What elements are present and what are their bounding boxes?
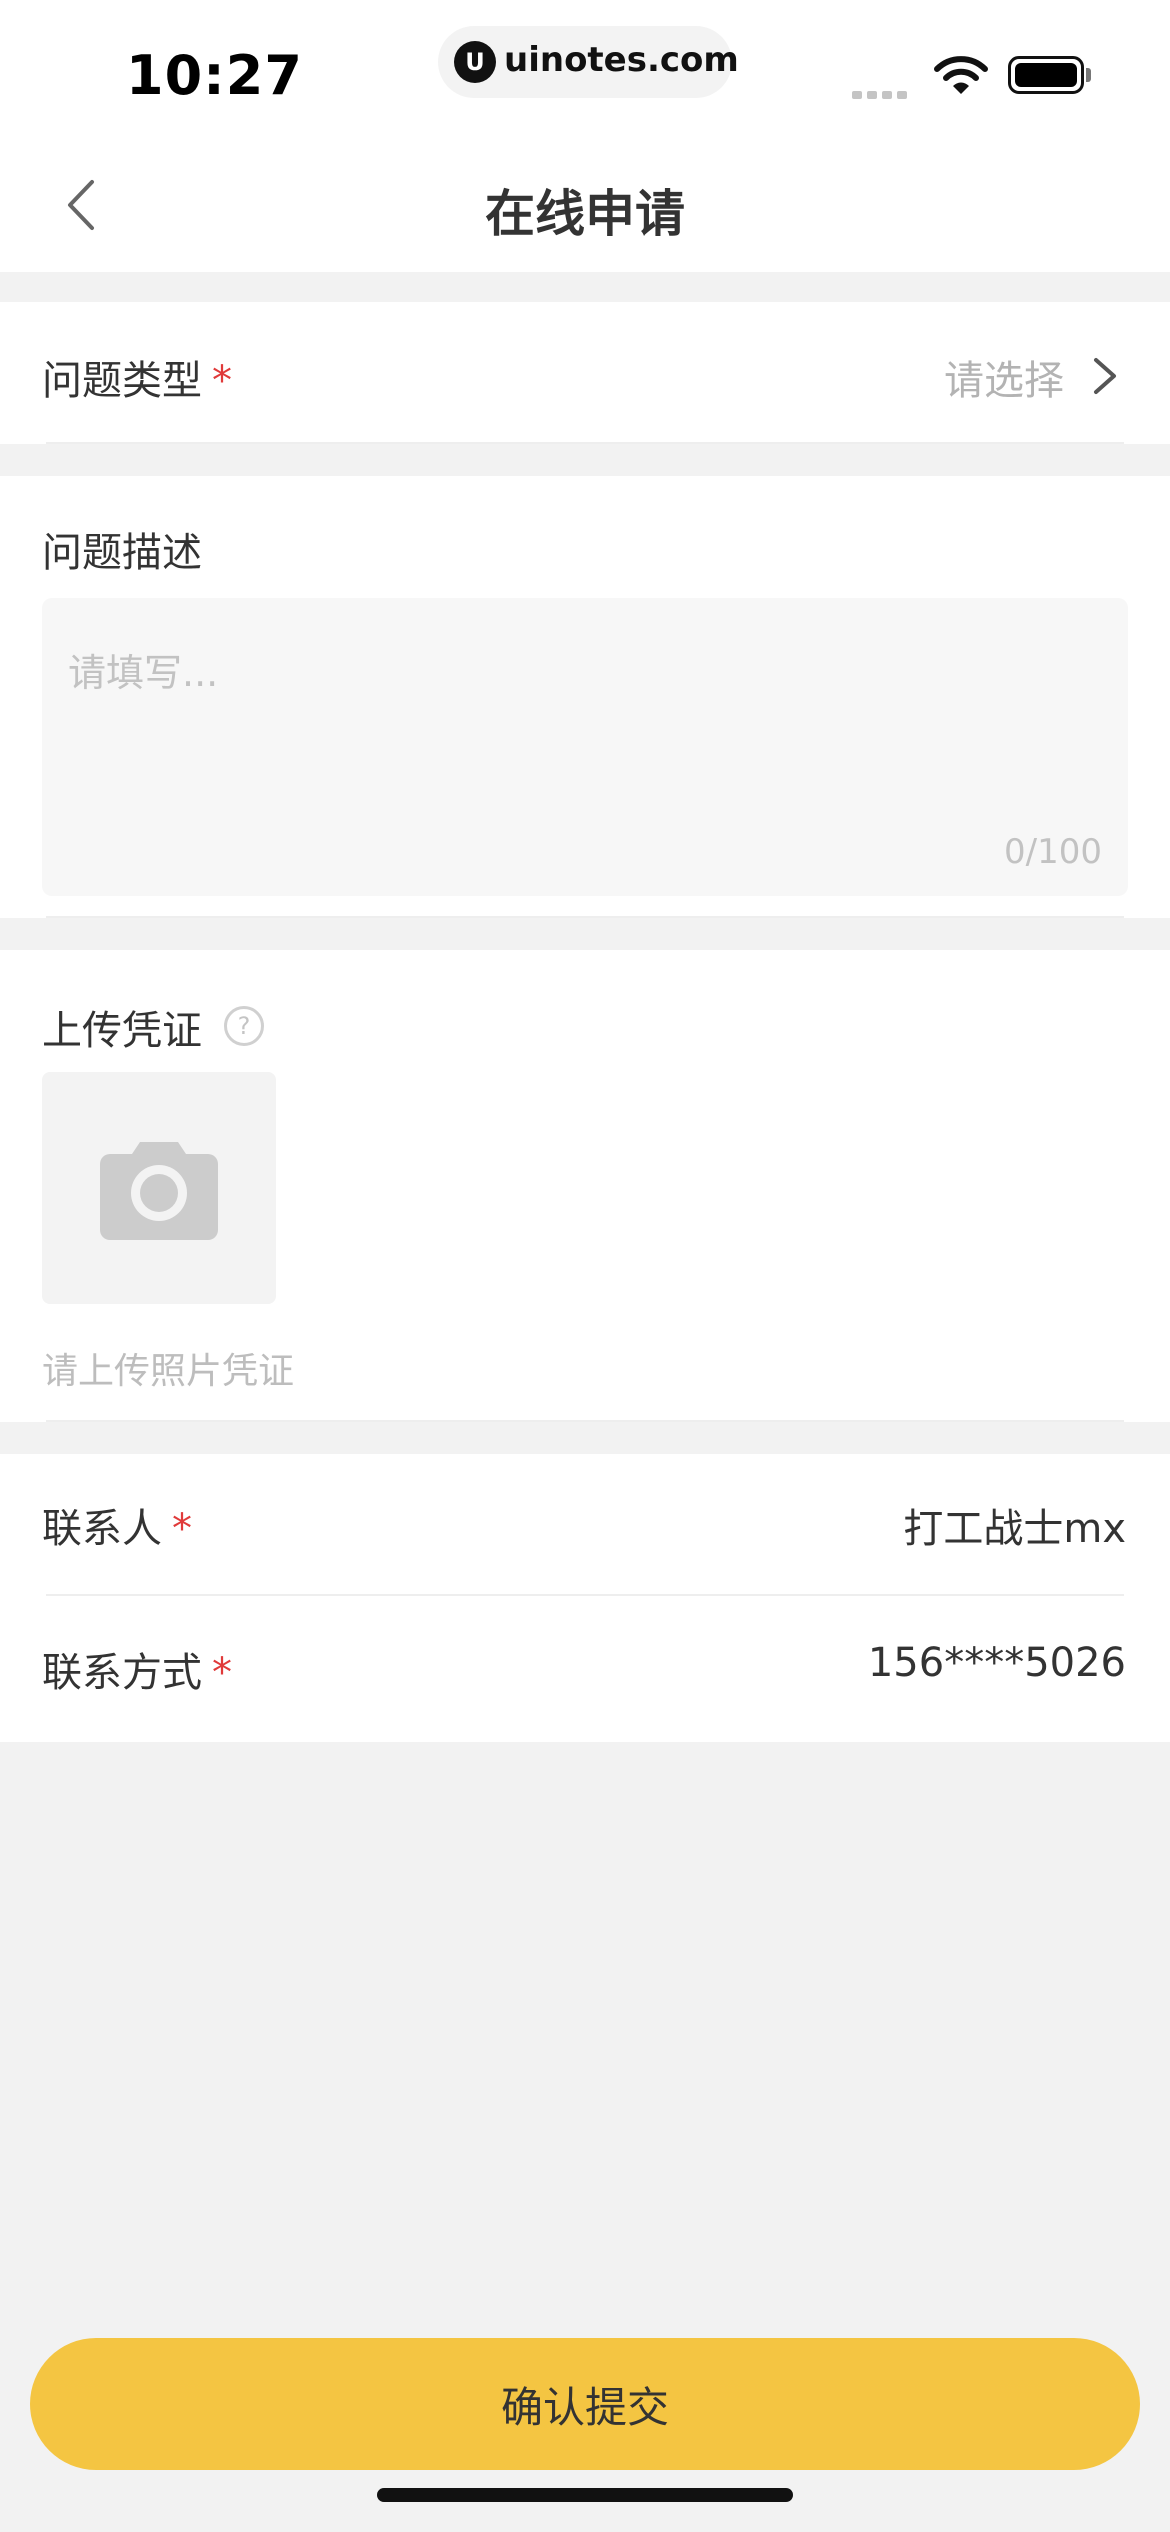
- contact-section: 联系人 * 打工战士mx 联系方式 * 156****5026: [0, 1454, 1170, 1742]
- issue-type-row[interactable]: 问题类型 * 请选择: [0, 302, 1170, 444]
- submit-button[interactable]: 确认提交: [30, 2338, 1140, 2470]
- description-section: 问题描述 请填写... 0/100: [0, 476, 1170, 918]
- issue-type-label: 问题类型 *: [42, 358, 232, 404]
- required-mark: *: [212, 1650, 232, 1696]
- home-indicator: [377, 2488, 793, 2502]
- contact-person-label: 联系人 *: [42, 1506, 192, 1552]
- wifi-icon: [934, 56, 988, 94]
- battery-icon: [1008, 56, 1084, 94]
- cellular-signal-icon: [852, 84, 912, 103]
- upload-hint: 请上传照片凭证: [42, 1351, 295, 1392]
- divider: [46, 1420, 1124, 1422]
- issue-type-select-value[interactable]: 请选择: [944, 348, 1064, 406]
- contact-person-value[interactable]: 打工战士mx: [903, 1496, 1126, 1554]
- photo-upload-button[interactable]: [42, 1072, 276, 1304]
- site-logo-icon: U: [454, 41, 496, 83]
- description-label: 问题描述: [42, 530, 202, 576]
- description-textarea[interactable]: 请填写... 0/100: [42, 598, 1128, 896]
- description-placeholder: 请填写...: [68, 651, 219, 695]
- evidence-section: 上传凭证 ? 请上传照片凭证: [0, 950, 1170, 1422]
- chevron-right-icon: [1094, 358, 1116, 394]
- divider: [46, 442, 1124, 444]
- status-bar: 10:27 U uinotes.com: [0, 0, 1170, 130]
- divider: [46, 916, 1124, 918]
- contact-method-value[interactable]: 156****5026: [868, 1640, 1126, 1686]
- nav-bar: 在线申请: [0, 130, 1170, 272]
- status-time: 10:27: [126, 44, 303, 107]
- character-counter: 0/100: [1004, 832, 1102, 872]
- required-mark: *: [172, 1506, 192, 1552]
- url-pill[interactable]: U uinotes.com: [438, 26, 739, 98]
- evidence-label: 上传凭证: [42, 1008, 202, 1054]
- required-mark: *: [212, 358, 232, 404]
- url-text: uinotes.com: [504, 40, 739, 80]
- battery-cap: [1086, 68, 1091, 82]
- contact-method-label: 联系方式 *: [42, 1650, 232, 1696]
- help-icon[interactable]: ?: [224, 1006, 264, 1046]
- page-title: 在线申请: [485, 185, 685, 243]
- divider: [46, 1594, 1124, 1596]
- camera-icon: [100, 1142, 218, 1240]
